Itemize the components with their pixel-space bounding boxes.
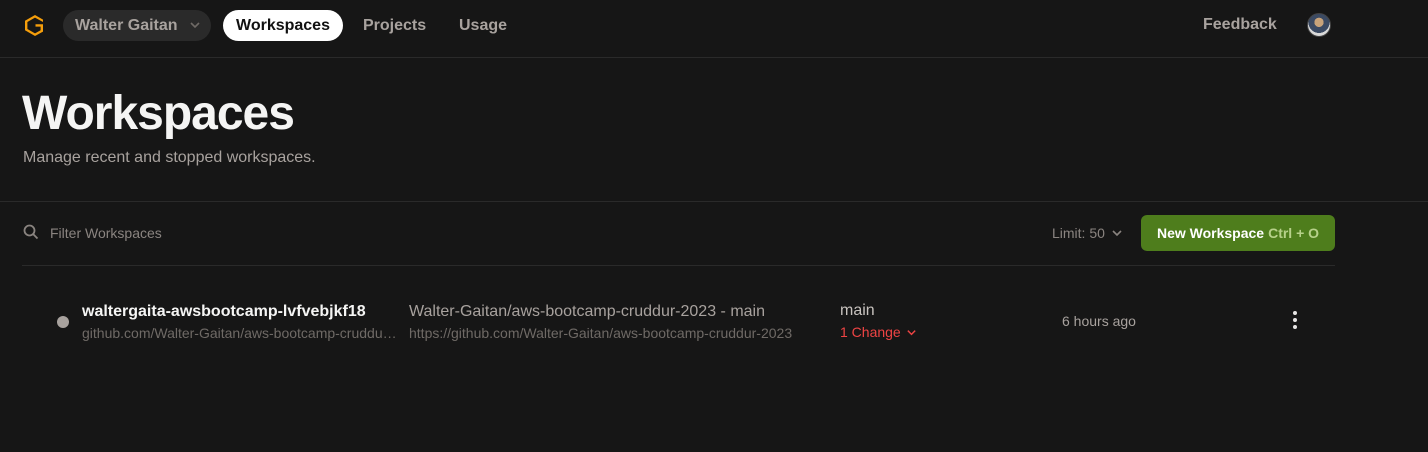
workspace-changes-toggle[interactable]: 1 Change — [840, 324, 917, 340]
workspace-branch: main — [840, 302, 875, 319]
filter-workspaces-input[interactable] — [50, 222, 350, 244]
limit-label: Limit: 50 — [1052, 225, 1105, 241]
page-subtitle: Manage recent and stopped workspaces. — [23, 149, 316, 166]
nav-tab-label: Workspaces — [236, 16, 330, 34]
user-avatar[interactable] — [1307, 13, 1331, 37]
workspace-context: Walter-Gaitan/aws-bootcamp-cruddur-2023 … — [409, 303, 765, 320]
search-icon — [23, 224, 39, 240]
chevron-down-icon — [1112, 230, 1122, 237]
chevron-down-icon — [907, 329, 916, 335]
workspace-last-active: 6 hours ago — [1062, 313, 1136, 329]
org-name: Walter Gaitan — [75, 16, 178, 34]
page-title: Workspaces — [22, 87, 295, 140]
nav-tab-label: Projects — [363, 16, 427, 34]
workspace-changes-label: 1 Change — [840, 324, 901, 340]
keyboard-shortcut: Ctrl + O — [1268, 225, 1320, 241]
nav-tab-usage[interactable]: Usage — [446, 10, 520, 41]
new-workspace-label: New Workspace — [1156, 225, 1265, 241]
workspace-row[interactable]: waltergaita-awsbootcamp-lvfvebjkf18 gith… — [22, 290, 1335, 350]
chevron-down-icon — [190, 22, 200, 29]
top-navigation-bar: Walter Gaitan Workspaces Projects Usage … — [0, 0, 1428, 58]
section-divider — [0, 201, 1428, 202]
more-vertical-icon[interactable] — [1286, 308, 1304, 332]
nav-tab-projects[interactable]: Projects — [350, 10, 439, 41]
gitpod-logo-icon[interactable] — [22, 12, 48, 38]
nav-tab-label: Usage — [459, 16, 508, 34]
org-switcher[interactable]: Walter Gaitan — [63, 10, 211, 41]
limit-dropdown[interactable]: Limit: 50 — [1052, 225, 1123, 241]
workspace-status-indicator — [57, 316, 69, 328]
nav-tab-workspaces[interactable]: Workspaces — [223, 10, 343, 41]
new-workspace-button[interactable]: New Workspace Ctrl + O — [1141, 215, 1335, 251]
workspace-repo: github.com/Walter-Gaitan/aws-bootcamp-cr… — [82, 325, 400, 341]
feedback-link[interactable]: Feedback — [1203, 16, 1277, 34]
workspace-context-url[interactable]: https://github.com/Walter-Gaitan/aws-boo… — [409, 325, 827, 341]
workspace-name[interactable]: waltergaita-awsbootcamp-lvfvebjkf18 — [82, 303, 366, 321]
list-divider — [22, 265, 1335, 266]
